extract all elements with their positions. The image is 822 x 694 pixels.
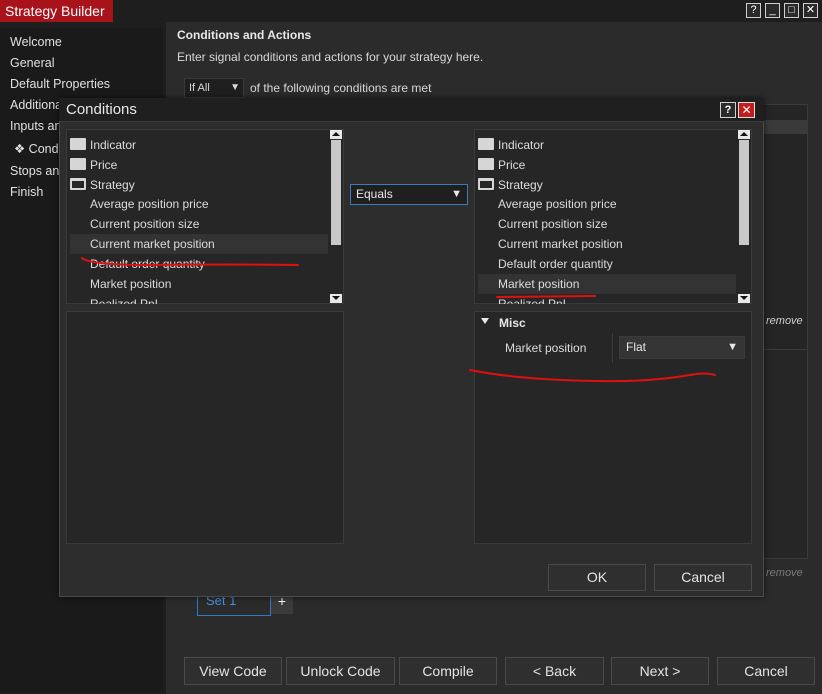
annotation-overlay — [81, 257, 716, 383]
annotation-underline-right — [496, 295, 596, 298]
annotation-underline-left — [81, 257, 299, 267]
annotation-swoosh — [469, 369, 716, 383]
